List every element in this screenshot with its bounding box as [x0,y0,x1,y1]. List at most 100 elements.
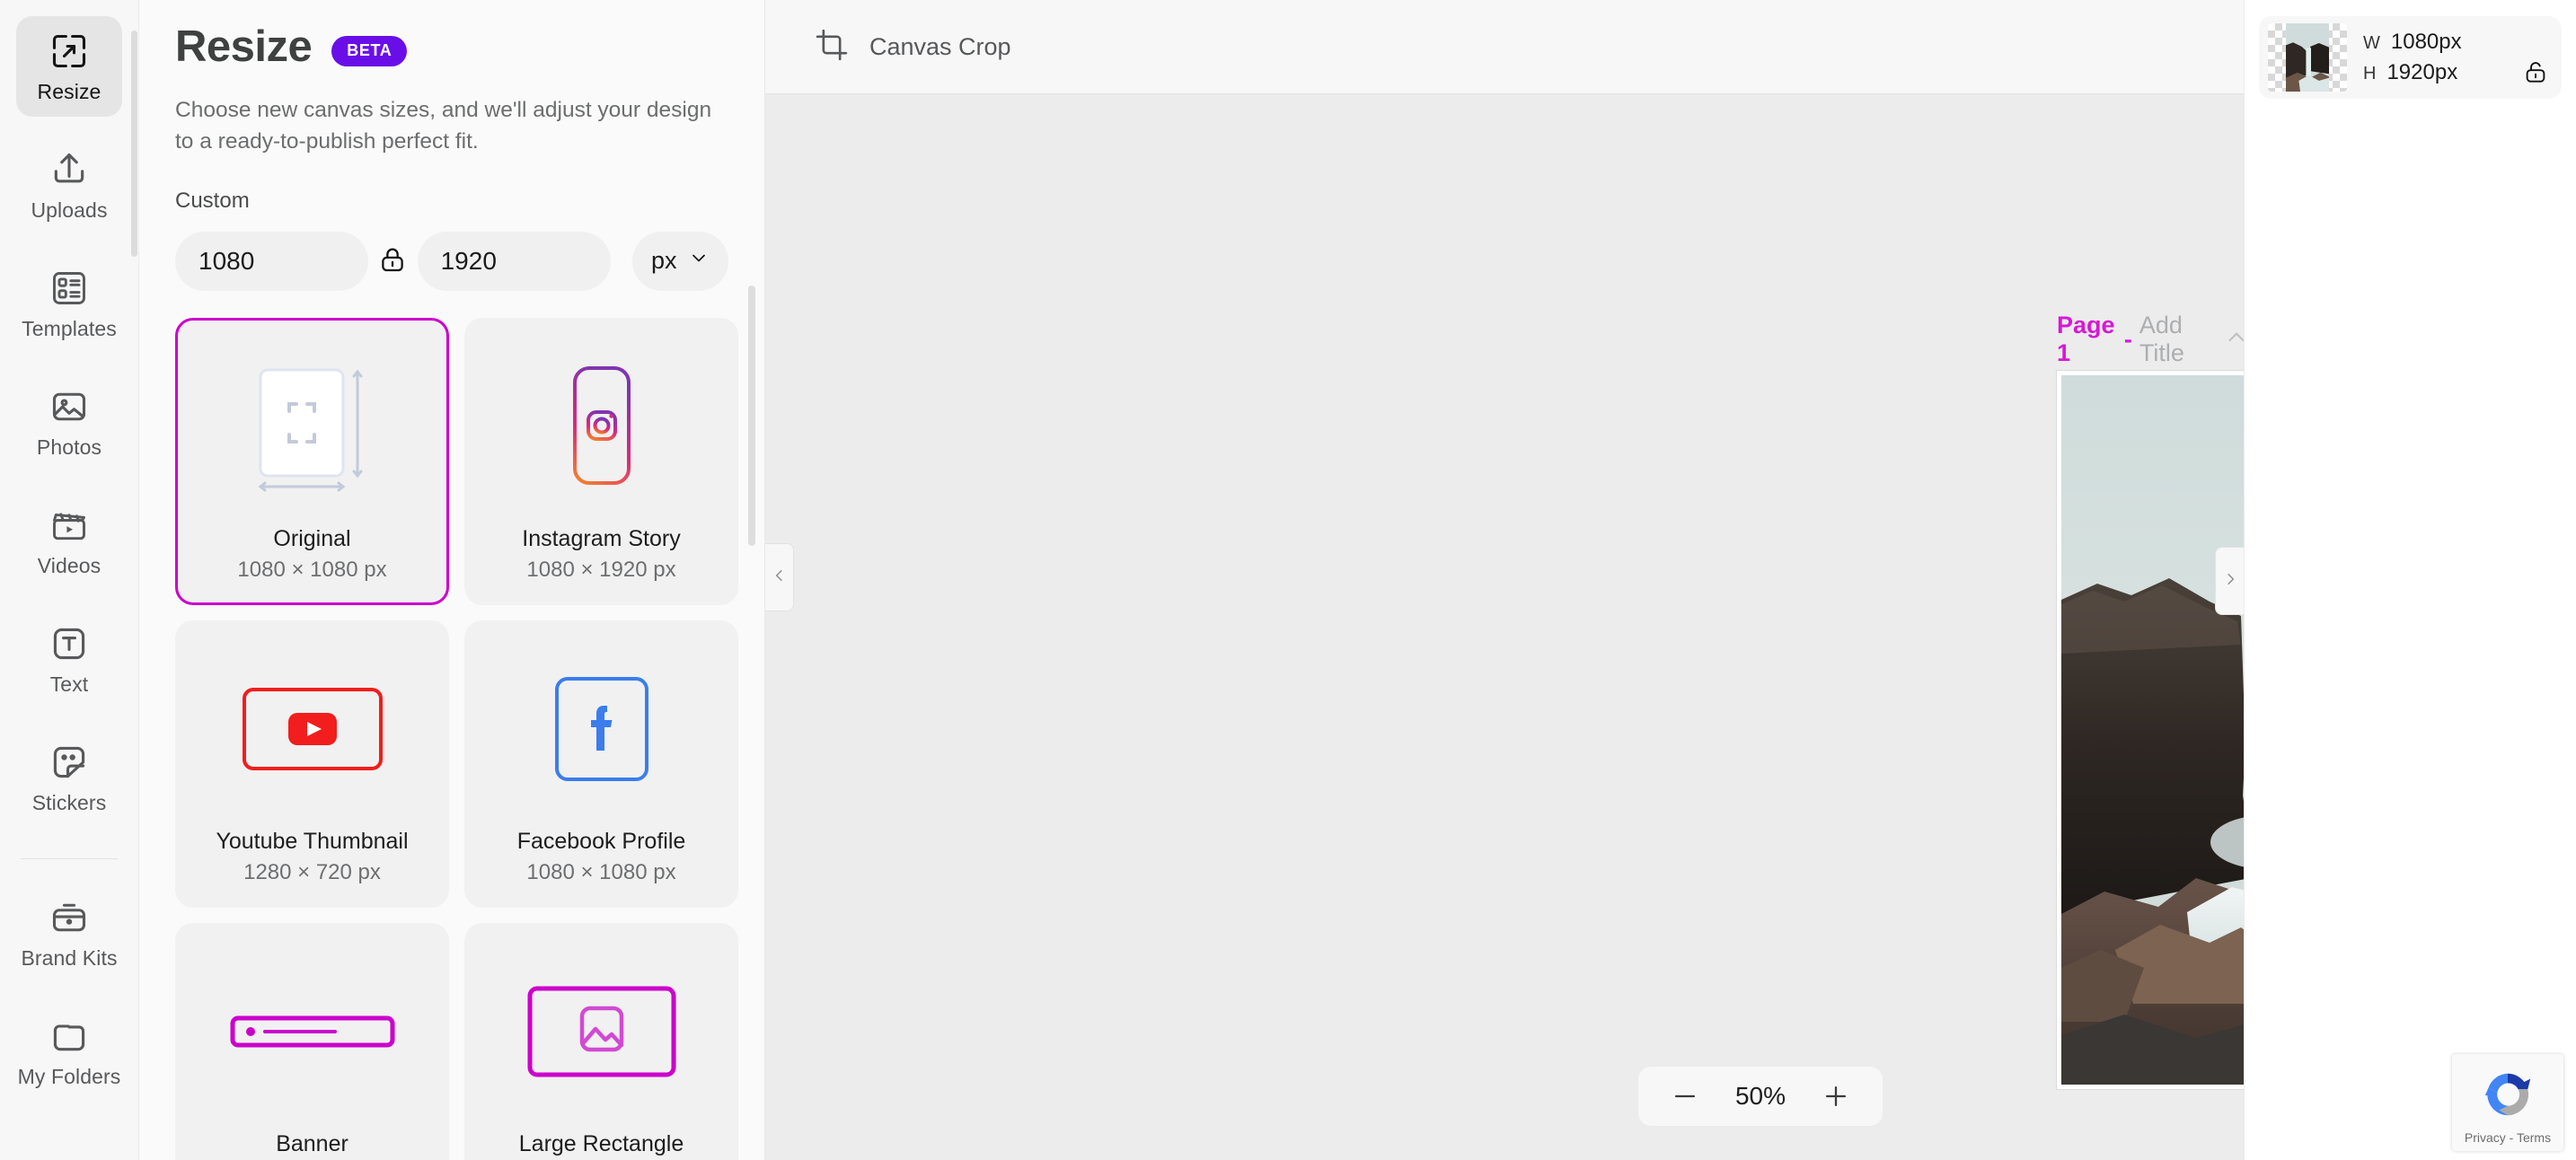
facebook-icon [467,630,736,829]
recaptcha-icon [2480,1067,2536,1127]
rail-divider [21,858,118,859]
resize-panel: Resize BETA Choose new canvas sizes, and… [139,0,765,1160]
sidebar-item-photos[interactable]: Photos [16,372,122,472]
sidebar-item-brand-kits[interactable]: Brand Kits [16,883,122,983]
page-header: Page 1 - Add Title [2057,312,2244,367]
chevron-right-icon [2222,571,2238,592]
collapse-left-panel-button[interactable] [765,543,794,611]
recaptcha-badge[interactable]: Privacy - Terms [2452,1054,2563,1151]
height-key: H [2363,64,2377,83]
preset-card-instagram-story[interactable]: Instagram Story 1080 × 1920 px [464,317,738,605]
preset-name: Original [273,525,351,551]
page-dash: - [2123,325,2132,353]
avatar [2268,23,2347,92]
preset-name: Facebook Profile [516,828,686,854]
design-canvas[interactable] [2057,371,2244,1089]
status-badge: BETA [331,36,408,66]
rail-scrollbar[interactable] [131,31,137,257]
upload-icon [49,150,89,189]
templates-icon [49,268,89,308]
preset-name: Instagram Story [522,525,681,551]
sidebar-item-my-folders[interactable]: My Folders [16,1001,122,1102]
folder-icon [49,1016,89,1056]
original-frame-icon [178,328,446,526]
zoom-control: 50% [1638,1067,1883,1126]
chevron-left-icon [772,567,788,588]
sidebar-item-templates[interactable]: Templates [16,253,122,354]
zoom-value: 50% [1734,1082,1786,1110]
editor-main: Canvas Crop Page 1 - Add Title 50% [765,0,2244,1160]
tool-label: Canvas Crop [869,32,1011,60]
briefcase-icon [49,898,89,937]
preset-dimensions: 1080 × 1080 px [526,859,676,884]
height-value: 1920px [2386,60,2458,84]
sidebar-item-label: My Folders [17,1064,121,1088]
thumbnail-photo [2286,23,2329,92]
sidebar-item-text[interactable]: Text [16,609,122,709]
preset-grid: Original 1080 × 1080 px Instagram Story … [139,317,764,1160]
right-panel: W 1080px H 1920px Privacy - Terms [2244,0,2576,1160]
left-rail: Resize Uploads Templates Photos Videos T… [0,0,139,1160]
preset-dimensions: 1280 × 720 px [243,859,381,884]
instagram-icon [467,328,736,526]
large-rectangle-icon [467,933,736,1131]
preset-card-youtube-thumbnail[interactable]: Youtube Thumbnail 1280 × 720 px [175,620,449,908]
selected-image-card[interactable]: W 1080px H 1920px [2259,16,2562,99]
height-row: H 1920px [2363,60,2462,85]
page-number: Page 1 [2057,312,2115,366]
unit-select[interactable]: px [631,231,728,291]
preset-dimensions: 1080 × 1080 px [237,557,387,582]
preset-name: Banner [276,1130,348,1156]
custom-size-row: px [175,231,728,291]
sidebar-item-stickers[interactable]: Stickers [16,727,122,828]
preset-card-large-rectangle[interactable]: Large Rectangle 336 × 280 px [464,922,738,1160]
sidebar-item-label: Text [49,672,89,696]
custom-size-label: Custom [175,188,250,213]
sidebar-item-uploads[interactable]: Uploads [16,135,122,235]
preset-card-facebook-profile[interactable]: Facebook Profile 1080 × 1080 px [464,620,738,908]
sidebar-item-label: Templates [22,316,117,340]
page-title: Resize [175,22,313,71]
width-key: W [2363,33,2380,53]
sidebar-item-resize[interactable]: Resize [16,16,122,117]
width-value: 1080px [2390,30,2462,54]
expand-right-panel-button[interactable] [2215,547,2244,615]
sidebar-item-label: Videos [37,553,101,577]
resize-icon [49,31,89,71]
unit-select-value: px [651,247,677,275]
zoom-out-button[interactable] [1667,1078,1703,1114]
youtube-icon [178,630,446,829]
panel-header: Resize BETA [175,22,728,72]
sidebar-item-videos[interactable]: Videos [16,490,122,591]
preset-name: Youtube Thumbnail [216,828,409,854]
aspect-lock-button[interactable] [368,234,418,288]
photo-icon [49,387,89,426]
page-title-input[interactable]: Add Title [2139,312,2217,367]
sidebar-item-label: Photos [36,435,102,459]
lock-closed-icon [377,244,408,277]
image-aspect-unlock-button[interactable] [2522,58,2549,90]
text-icon [49,624,89,663]
height-input[interactable] [417,231,611,291]
canvas-stage: Page 1 - Add Title 50% [765,94,2244,1160]
sidebar-item-label: Brand Kits [21,945,118,970]
sticker-icon [49,743,89,782]
preset-card-banner[interactable]: Banner 468 × 60 px [175,922,449,1160]
sidebar-item-label: Stickers [31,790,107,814]
preset-name: Large Rectangle [518,1130,684,1156]
editor-toolbar: Canvas Crop [765,0,2244,94]
zoom-in-button[interactable] [1818,1078,1854,1114]
recaptcha-label: Privacy - Terms [2464,1129,2552,1145]
sidebar-item-label: Resize [37,79,101,103]
panel-description: Choose new canvas sizes, and we'll adjus… [175,98,712,154]
chevron-up-icon [2223,324,2244,356]
preset-card-original[interactable]: Original 1080 × 1080 px [175,317,449,605]
image-dimensions: W 1080px H 1920px [2363,30,2462,85]
crop-icon[interactable] [814,27,850,67]
width-input[interactable] [175,231,368,291]
lock-open-icon [2522,62,2549,89]
chevron-down-icon [688,247,710,275]
page-up-button[interactable] [2216,317,2244,362]
width-row: W 1080px [2363,30,2462,55]
panel-scrollbar[interactable] [748,286,755,546]
